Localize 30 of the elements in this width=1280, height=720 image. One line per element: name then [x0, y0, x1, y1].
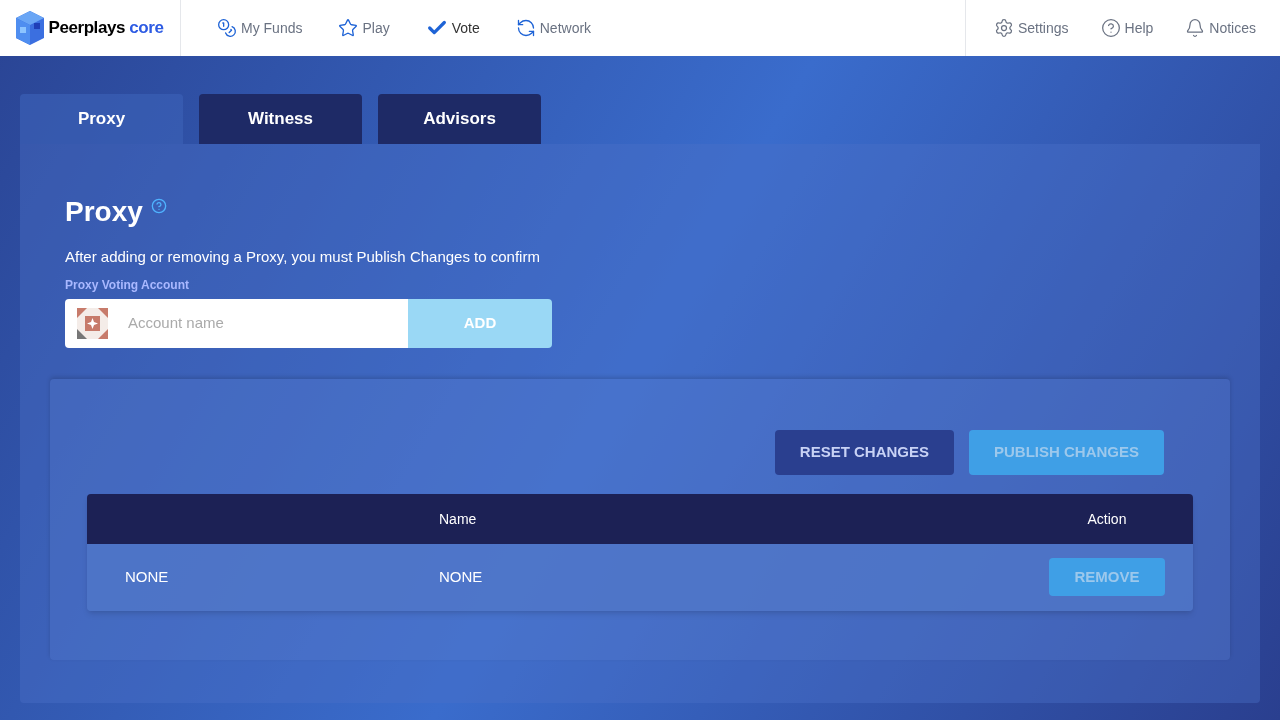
column-header: Name [439, 509, 478, 529]
nav-link[interactable]: Vote [425, 17, 480, 39]
account-input-field[interactable]: Account name [128, 311, 408, 335]
coins-icon [217, 18, 237, 38]
help-icon [150, 198, 167, 214]
tab[interactable]: Advisors [378, 94, 541, 144]
nav-link[interactable]: Settings [993, 18, 1069, 38]
cubes-logo-icon [16, 11, 45, 45]
logo-text: Peerplays core [48, 17, 164, 40]
help-icon [1100, 18, 1121, 38]
account-name-field[interactable]: Account name [65, 298, 408, 348]
column-header: Action [1086, 509, 1128, 529]
star-icon [338, 18, 359, 38]
info-text: After adding or removing a Proxy, you must Publish Changes to confirm [65, 247, 541, 267]
nav-link[interactable]: Help [1100, 18, 1154, 38]
page-title: Proxy [65, 195, 143, 229]
reset-changes-button[interactable]: RESET CHANGES [774, 429, 954, 475]
nav-link[interactable]: Network [515, 18, 592, 38]
settings-icon [993, 18, 1014, 38]
bell-icon [1185, 18, 1206, 38]
field-label: Proxy Voting Account [65, 276, 189, 293]
table-cell-text: NONE [124, 566, 170, 587]
identicon-icon [77, 307, 108, 339]
nav-link[interactable]: My Funds [217, 18, 303, 38]
tab[interactable]: Proxy [20, 94, 183, 144]
table-cell-text: NONE [439, 566, 484, 587]
refresh-icon [515, 18, 536, 38]
tab[interactable]: Witness [199, 94, 362, 144]
nav-link[interactable]: Play [338, 18, 390, 38]
nav-link[interactable]: Notices [1185, 18, 1256, 38]
